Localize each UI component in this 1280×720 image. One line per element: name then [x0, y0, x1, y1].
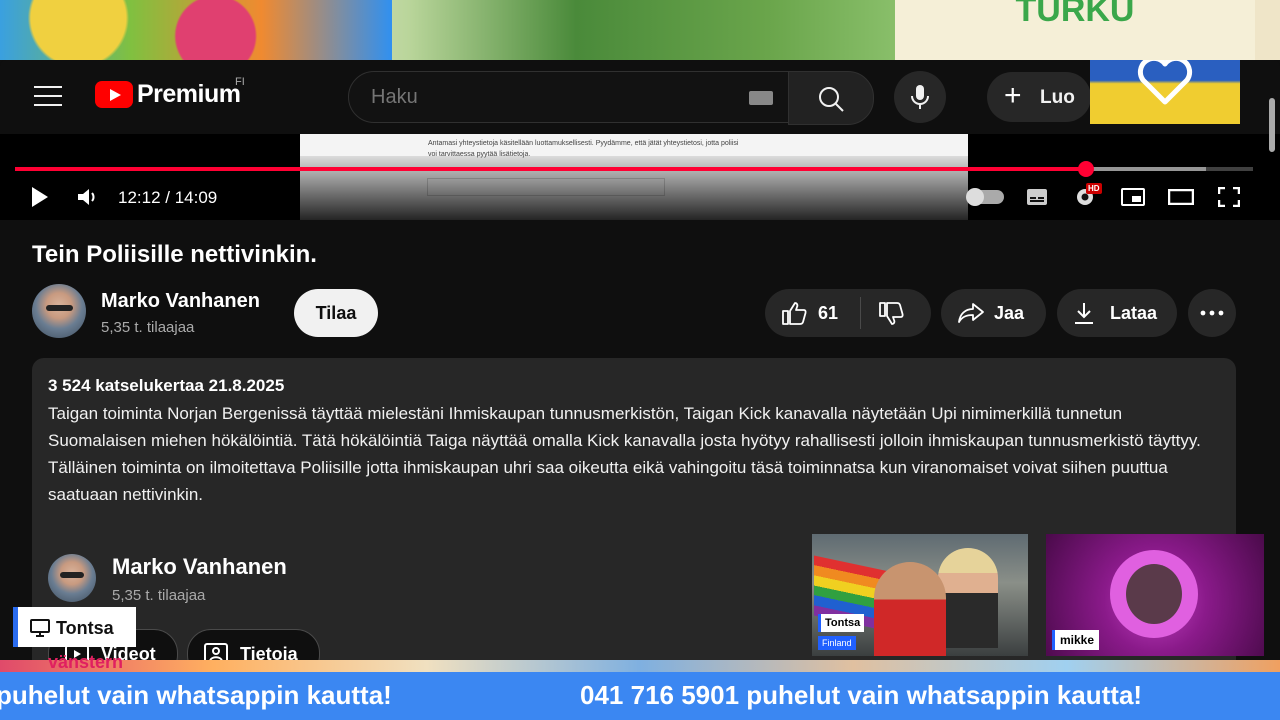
screen-share-badge: Tontsa [13, 607, 136, 647]
voice-search-button[interactable] [894, 71, 946, 123]
sign-text: TURKU [1015, 0, 1135, 29]
webcam-person-background [938, 548, 998, 648]
channel-name-link[interactable]: Marko Vanhanen [101, 290, 260, 313]
description-text: Taigan toiminta Norjan Bergenissä täyttä… [48, 404, 1201, 504]
ukraine-flag-overlay [1090, 60, 1240, 124]
description-channel-name[interactable]: Marko Vanhanen [112, 554, 287, 580]
hd-badge: HD [1086, 183, 1102, 194]
avatar-face [1126, 564, 1182, 624]
share-label: Jaa [994, 303, 1025, 323]
plus-icon: + [1004, 79, 1022, 112]
share-icon [958, 303, 984, 323]
create-button[interactable]: + Luo [987, 72, 1091, 122]
webcam-name-tag: mikke [1052, 630, 1100, 650]
time-display: 12:12 / 14:09 [118, 188, 218, 207]
share-button[interactable]: Jaa [941, 289, 1046, 337]
channel-avatar-small[interactable] [48, 554, 96, 602]
youtube-premium-logo[interactable]: Premium FI [95, 76, 245, 109]
webcam-mikke: mikke [1046, 534, 1264, 656]
autoplay-toggle[interactable] [966, 188, 1004, 206]
subscriber-count: 5,35 t. tilaajaa [101, 319, 195, 336]
more-actions-button[interactable] [1188, 289, 1236, 337]
volume-icon[interactable] [77, 187, 99, 207]
miniplayer-icon[interactable] [1121, 188, 1145, 206]
region-code: FI [235, 76, 245, 88]
subtitles-icon[interactable] [1026, 188, 1048, 206]
masthead: Premium FI + Luo [0, 60, 1280, 134]
download-label: Lataa [1110, 303, 1158, 323]
search-input[interactable] [369, 85, 733, 110]
subscribe-button[interactable]: Tilaa [294, 289, 378, 337]
heart-icon [1137, 60, 1193, 105]
fullscreen-icon[interactable] [1218, 187, 1240, 207]
screen-share-name: Tontsa [56, 618, 114, 638]
video-player[interactable]: Antamasi yhteystietoja käsitellään luott… [0, 134, 1280, 220]
keyboard-icon[interactable] [749, 91, 773, 105]
download-button[interactable]: Lataa [1057, 289, 1177, 337]
profile-icon [204, 643, 228, 660]
description-subscriber-count: 5,35 t. tilaajaa [112, 587, 206, 604]
webcam-person [874, 562, 946, 656]
webcam-location-tag: Finland [818, 636, 856, 650]
ticker-bar: puhelut vain whatsappin kautta! 041 716 … [0, 672, 1280, 720]
ticker-text-left: puhelut vain whatsappin kautta! [0, 680, 392, 710]
hamburger-menu-icon[interactable] [34, 86, 62, 108]
like-dislike-group: 61 [765, 289, 931, 337]
tie-dye-shirt [0, 0, 392, 60]
search-icon [819, 87, 844, 112]
microphone-icon [911, 85, 929, 109]
like-count[interactable]: 61 [818, 303, 838, 324]
scrubber-handle[interactable] [1077, 161, 1094, 177]
about-tab-button[interactable]: Tietoja [187, 629, 320, 660]
search-button[interactable] [788, 71, 874, 125]
webcam-name-tag: Tontsa [818, 614, 865, 632]
ticker-text-right: 041 716 5901 puhelut vain whatsappin kau… [580, 680, 1143, 710]
video-title: Tein Poliisille nettivinkin. [32, 241, 317, 268]
like-divider [860, 297, 861, 329]
about-tab-label: Tietoja [240, 644, 298, 660]
more-icon [1200, 310, 1224, 316]
banner-text: vänstern [48, 652, 124, 672]
youtube-play-icon [95, 81, 133, 108]
progress-bar[interactable] [15, 161, 1253, 177]
channel-avatar[interactable] [32, 284, 86, 338]
play-icon[interactable] [30, 186, 50, 208]
theater-mode-icon[interactable] [1168, 189, 1194, 205]
dislike-icon[interactable] [878, 302, 904, 326]
monitor-icon [30, 619, 50, 637]
progress-played [15, 167, 1086, 171]
like-icon[interactable] [781, 301, 807, 325]
stream-background-top: TURKU [0, 0, 1280, 60]
logo-text: Premium [137, 80, 241, 108]
view-count-date: 3 524 katselukertaa 21.8.2025 [48, 376, 285, 395]
create-label: Luo [1040, 87, 1075, 108]
page-scrollbar[interactable] [1269, 98, 1275, 152]
webcam-tontsa: Tontsa Finland [812, 534, 1028, 656]
pride-sign: TURKU [895, 0, 1255, 60]
download-icon [1075, 303, 1093, 324]
search-box[interactable] [348, 71, 790, 123]
